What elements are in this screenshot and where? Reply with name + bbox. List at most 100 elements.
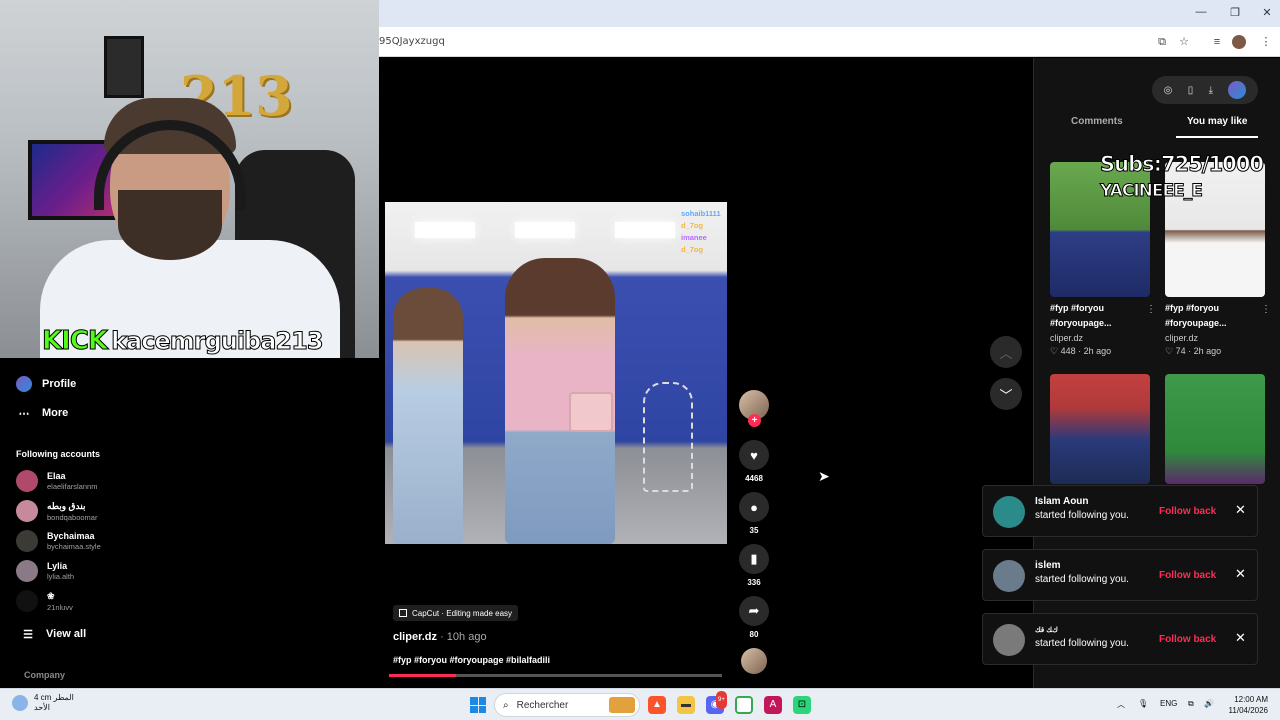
- webcam-overlay: 213 KICK kacemrguiba213: [0, 0, 379, 358]
- kick-logo: KICK: [41, 326, 108, 357]
- view-all-label: View all: [46, 628, 87, 640]
- heart-outline-icon: ♡: [1165, 346, 1176, 356]
- microphone-icon[interactable]: 🎙: [1138, 699, 1148, 708]
- next-video-button[interactable]: ﹀: [990, 378, 1022, 410]
- adobe-app-icon[interactable]: A: [764, 696, 782, 714]
- compass-icon[interactable]: ◎: [1164, 85, 1173, 96]
- following-account[interactable]: ❀ 21nluvv: [16, 590, 73, 612]
- tab-you-may-like[interactable]: You may like: [1187, 116, 1247, 127]
- kick-app-icon[interactable]: ⊡: [793, 696, 811, 714]
- video-progress-bar[interactable]: [389, 674, 722, 677]
- video-player[interactable]: sohaib1111 d_7og imanee d_7og: [385, 202, 727, 544]
- recommended-card[interactable]: [1050, 374, 1150, 484]
- windows-start-icon[interactable]: [470, 697, 486, 713]
- avatar: [993, 560, 1025, 592]
- network-icon[interactable]: ⧉: [1188, 699, 1194, 709]
- share-button[interactable]: ➦ 80: [738, 596, 770, 639]
- bookmark-icon: ▮: [739, 544, 769, 574]
- progress-fill: [389, 674, 456, 677]
- heart-icon: ♥: [739, 440, 769, 470]
- chat-line: imanee: [681, 233, 707, 242]
- following-account[interactable]: Elaa elaelifarslannm: [16, 470, 97, 492]
- install-app-icon[interactable]: ⧉: [1155, 35, 1169, 49]
- profile-avatar-icon[interactable]: [1232, 35, 1246, 49]
- sidebar-item-more[interactable]: ⋯ More: [16, 405, 69, 421]
- phone-icon[interactable]: ▯: [1188, 85, 1194, 96]
- save-button[interactable]: ▮ 336: [738, 544, 770, 587]
- following-accounts-title: Following accounts: [16, 449, 101, 459]
- restore-icon[interactable]: ❐: [1228, 6, 1242, 19]
- post-time: · 10h ago: [437, 631, 487, 643]
- menu-kebab-icon[interactable]: ⋮: [1259, 35, 1273, 49]
- following-account[interactable]: Bychaimaa bychaimaa.style: [16, 530, 101, 552]
- taskbar-search[interactable]: ⌕ Rechercher: [494, 693, 640, 717]
- creator-avatar-button[interactable]: +: [738, 390, 770, 427]
- minimize-icon[interactable]: —: [1194, 6, 1208, 18]
- weather-line1: المطر: [53, 693, 74, 702]
- discord-badge: 9+: [716, 691, 727, 709]
- file-explorer-icon[interactable]: ▬: [677, 696, 695, 714]
- company-link[interactable]: Company: [24, 670, 65, 680]
- skeleton-decoration: [643, 382, 693, 492]
- active-tab-indicator: [1176, 136, 1258, 138]
- more-options-icon[interactable]: ⋮: [1261, 304, 1271, 315]
- chrome-icon[interactable]: [735, 696, 753, 714]
- follow-back-button[interactable]: Follow back: [1159, 634, 1216, 645]
- taskbar-clock[interactable]: 12:00 AM 11/04/2026: [1222, 694, 1268, 716]
- language-indicator[interactable]: ENG: [1160, 699, 1177, 708]
- wall-poster: [104, 36, 144, 98]
- following-account[interactable]: بندق وبطه bondqaboomar: [16, 500, 97, 522]
- notification-text: started following you.: [1035, 638, 1129, 649]
- account-username: elaelifarslannm: [47, 482, 98, 491]
- media-controls-icon[interactable]: ≡: [1210, 35, 1224, 49]
- comment-button[interactable]: ● 35: [738, 492, 770, 535]
- notification-name: ﻙﻚ ﻗﻚ: [1035, 627, 1058, 634]
- follow-notification: islem started following you. Follow back…: [982, 549, 1258, 601]
- like-button[interactable]: ♥ 4468: [738, 440, 770, 483]
- avatar: [16, 500, 38, 522]
- account-name: Bychaimaa: [47, 531, 95, 541]
- tab-comments[interactable]: Comments: [1071, 116, 1123, 127]
- address-bar[interactable]: 95QJayxzugq ⧉ ☆ ≡ ⋮: [379, 27, 1280, 57]
- close-icon[interactable]: ✕: [1235, 502, 1246, 518]
- heart-outline-icon: ♡: [1050, 346, 1061, 356]
- close-icon[interactable]: ✕: [1235, 630, 1246, 646]
- follow-back-button[interactable]: Follow back: [1159, 570, 1216, 581]
- capcut-badge[interactable]: CapCut · Editing made easy: [393, 605, 519, 621]
- close-icon[interactable]: ✕: [1235, 566, 1246, 582]
- recommended-card[interactable]: [1165, 374, 1265, 484]
- sidebar-item-profile[interactable]: Profile: [16, 376, 76, 392]
- volume-icon[interactable]: 🔊: [1204, 699, 1214, 708]
- video-person: [393, 288, 463, 544]
- following-account[interactable]: Lylia lylia.alth: [16, 560, 74, 582]
- avatar: [993, 624, 1025, 656]
- avatar: [16, 560, 38, 582]
- video-author[interactable]: cliper.dz · 10h ago: [393, 631, 487, 643]
- close-window-icon[interactable]: ✕: [1260, 6, 1274, 19]
- address-text[interactable]: 95QJayxzugq: [379, 36, 445, 47]
- tray-chevron-icon[interactable]: ︿: [1117, 699, 1125, 710]
- author-name: cliper.dz: [393, 631, 438, 643]
- more-options-icon[interactable]: ⋮: [1146, 304, 1156, 315]
- sound-avatar-button[interactable]: [738, 648, 770, 674]
- screen: — ❐ ✕ 95QJayxzugq ⧉ ☆ ≡ ⋮ 213 KICK kacem…: [0, 0, 1280, 720]
- discord-icon[interactable]: ◉ 9+: [706, 691, 727, 714]
- card-meta: ♡ 448 · 2h ago: [1050, 346, 1112, 356]
- bookmark-star-icon[interactable]: ☆: [1177, 35, 1191, 49]
- avatar[interactable]: [1228, 81, 1247, 99]
- follow-back-button[interactable]: Follow back: [1159, 506, 1216, 517]
- list-icon: ☰: [23, 628, 33, 641]
- view-all-link[interactable]: ☰ View all: [20, 626, 86, 642]
- follow-notification: Islam Aoun started following you. Follow…: [982, 485, 1258, 537]
- download-icon[interactable]: ⤓: [1209, 85, 1213, 96]
- ceiling-light: [415, 222, 475, 238]
- video-hashtags[interactable]: #fyp #foryou #foryoupage #bilalfadili: [393, 655, 550, 665]
- avatar: [741, 648, 767, 674]
- card-meta: ♡ 74 · 2h ago: [1165, 346, 1222, 356]
- weather-widget[interactable]: 4 cm المطر الأحد: [12, 693, 74, 713]
- brave-browser-icon[interactable]: ▲: [648, 696, 666, 714]
- previous-video-button[interactable]: ︿: [990, 336, 1022, 368]
- follow-plus-icon[interactable]: +: [748, 414, 761, 427]
- chat-line: sohaib1111: [681, 209, 721, 218]
- profile-avatar-icon: [16, 376, 32, 392]
